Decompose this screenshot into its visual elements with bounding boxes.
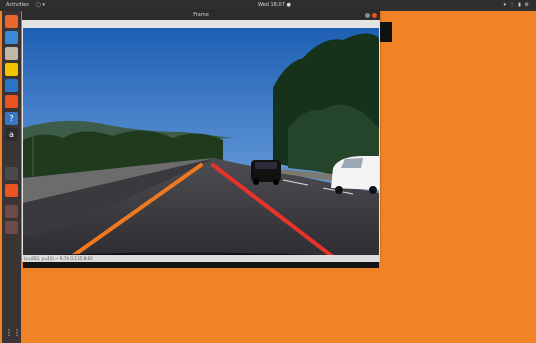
pixel-readout: (x=852, y=41) ~ R:74 G:135 B:82 <box>24 256 93 261</box>
window-title: Frame <box>193 12 209 18</box>
software-center-icon[interactable] <box>5 95 18 108</box>
video-frame <box>23 28 379 268</box>
activities-button[interactable]: Activities <box>6 0 29 11</box>
app-icon-1-glyph <box>5 205 18 218</box>
app-icon-1[interactable] <box>5 205 18 218</box>
firefox-icon[interactable] <box>5 15 18 28</box>
show-apps-icon[interactable]: ⋮⋮ <box>5 326 21 339</box>
files-icon-glyph <box>5 47 18 60</box>
help-icon[interactable]: ? <box>5 112 18 125</box>
app-icon-2[interactable] <box>5 221 18 234</box>
writer-icon[interactable] <box>5 79 18 92</box>
software-center-icon-glyph <box>5 95 18 108</box>
thunderbird-icon-glyph <box>5 31 18 44</box>
app-icon-2-glyph <box>5 221 18 234</box>
music-icon-glyph <box>5 63 18 76</box>
amazon-icon-glyph: a <box>9 130 14 139</box>
top-panel: Activities ▢ ▾ Wed 18:07 ● ▾ ⋮ ▮ ⚙ <box>0 0 536 11</box>
thunderbird-icon[interactable] <box>5 31 18 44</box>
wheel <box>369 186 377 194</box>
amazon-icon[interactable]: a <box>5 128 18 141</box>
firefox-icon-glyph <box>5 15 18 28</box>
wheel <box>253 179 259 185</box>
music-icon[interactable] <box>5 63 18 76</box>
system-tray[interactable]: ▾ ⋮ ▮ ⚙ <box>503 0 530 11</box>
wheel <box>273 179 279 185</box>
app-menu[interactable]: ▢ ▾ <box>36 0 45 11</box>
ubuntu-icon[interactable] <box>5 184 18 197</box>
status-bar: (x=852, y=41) ~ R:74 G:135 B:82 <box>22 255 380 262</box>
writer-icon-glyph <box>5 79 18 92</box>
window-titlebar[interactable]: Frame <box>22 11 380 20</box>
show-apps-icon-glyph: ⋮⋮ <box>5 328 21 337</box>
wheel <box>335 186 343 194</box>
dark-car-window <box>255 162 277 169</box>
files-icon[interactable] <box>5 47 18 60</box>
help-icon-glyph: ? <box>9 114 14 123</box>
clock[interactable]: Wed 18:07 ● <box>258 0 291 11</box>
minimize-button[interactable] <box>365 13 370 18</box>
close-button[interactable] <box>372 13 377 18</box>
terminal-icon[interactable] <box>5 167 18 180</box>
dock: ? a ⋮⋮ <box>2 11 21 343</box>
ubuntu-icon-glyph <box>5 184 18 197</box>
frame-window[interactable]: Frame (x=852, y=41) ~ R:74 G:135 B:82 <box>22 11 380 268</box>
terminal-icon-glyph <box>5 167 18 180</box>
window-edge <box>380 22 392 42</box>
